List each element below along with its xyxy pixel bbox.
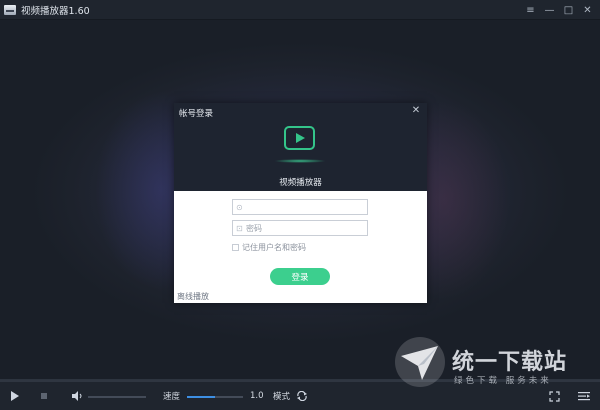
dialog-header: 帐号登录 ✕ 视频播放器 — [174, 103, 427, 191]
app-logo-icon — [4, 4, 16, 15]
dialog-brand-name: 视频播放器 — [279, 178, 322, 188]
play-icon — [11, 391, 19, 401]
logo-glow — [274, 159, 326, 163]
mode-label: 模式 — [273, 392, 291, 402]
remember-label: 记住用户名和密码 — [242, 243, 306, 252]
username-input[interactable] — [246, 200, 364, 214]
speed-value: 1.0 — [250, 391, 264, 401]
play-logo-icon — [284, 126, 315, 150]
play-button[interactable] — [10, 388, 20, 404]
dialog-body: ⊙ ⊡ 记住用户名和密码 登录 离线播放 — [174, 191, 427, 303]
username-field[interactable]: ⊙ — [232, 199, 368, 215]
password-field[interactable]: ⊡ — [232, 220, 368, 236]
watermark-subtitle: 绿色下载 服务未来 — [454, 376, 552, 386]
stop-icon — [41, 393, 47, 399]
playlist-icon — [578, 392, 590, 401]
menu-icon[interactable]: ≡ — [522, 0, 539, 20]
watermark-title: 统一下载站 — [452, 350, 568, 375]
window-controls: ≡ — □ ✕ — [520, 0, 596, 20]
login-dialog: 帐号登录 ✕ 视频播放器 ⊙ ⊡ 记住用户名和密码 登录 离线播放 — [174, 103, 427, 303]
dialog-title: 帐号登录 — [179, 109, 214, 119]
volume-icon — [72, 391, 82, 401]
fullscreen-icon — [549, 390, 560, 402]
login-button[interactable]: 登录 — [270, 268, 330, 285]
remember-checkbox[interactable] — [232, 244, 239, 251]
stop-button[interactable] — [41, 388, 47, 404]
minimize-icon[interactable]: — — [541, 0, 558, 20]
offline-play-link[interactable]: 离线播放 — [177, 291, 209, 302]
watermark-logo-icon — [395, 337, 445, 387]
close-icon[interactable]: ✕ — [579, 0, 596, 20]
watermark: 统一下载站 绿色下载 服务未来 — [392, 334, 598, 390]
lock-icon: ⊡ — [236, 223, 243, 233]
speed-slider-fill — [187, 396, 215, 398]
window-title: 视频播放器1.60 — [21, 5, 90, 17]
loop-icon — [297, 391, 307, 401]
speed-label: 速度 — [163, 392, 181, 402]
fullscreen-button[interactable] — [549, 388, 560, 404]
mode-button[interactable] — [296, 388, 308, 404]
volume-slider[interactable] — [88, 396, 146, 398]
maximize-icon[interactable]: □ — [560, 0, 577, 20]
dialog-close-icon[interactable]: ✕ — [410, 105, 422, 117]
playlist-button[interactable] — [578, 388, 590, 404]
password-input[interactable] — [246, 221, 364, 235]
volume-button[interactable] — [72, 388, 84, 404]
title-bar: 视频播放器1.60 ≡ — □ ✕ — [0, 0, 600, 20]
user-icon: ⊙ — [236, 202, 243, 212]
remember-row[interactable]: 记住用户名和密码 — [232, 242, 306, 253]
